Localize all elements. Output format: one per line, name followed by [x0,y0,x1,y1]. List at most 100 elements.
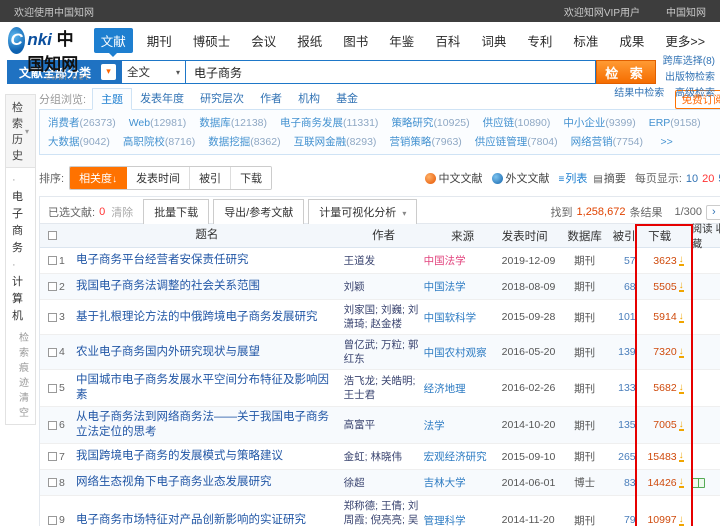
group-tab[interactable]: 发表年度 [132,88,192,109]
paper-source-link[interactable]: 法学 [424,418,502,433]
sort-option[interactable]: 下载 [231,167,272,189]
topic-tag-link[interactable]: 数据挖掘(8362) [208,136,280,148]
topic-tag-link[interactable]: Web(12981) [129,117,187,129]
cited-count[interactable]: 83 [604,477,636,489]
row-checkbox[interactable] [48,515,57,525]
nav-item[interactable]: 文献 [93,27,133,57]
download-icon[interactable]: ↓ [678,311,684,323]
download-icon[interactable]: ↓ [678,514,684,526]
advanced-search-link[interactable]: 高级检索 [675,86,715,102]
nav-item[interactable]: 博硕士 [186,28,238,53]
group-tab[interactable]: 作者 [252,88,290,109]
row-checkbox[interactable] [48,282,57,291]
sort-option[interactable]: 发表时间 [127,167,191,189]
paper-source-link[interactable]: 中国农村观察 [424,345,502,360]
cited-count[interactable]: 57 [604,255,636,267]
cnki-logo[interactable]: C nki 中国知网 cnki.net [8,25,90,82]
cited-count[interactable]: 139 [604,346,636,358]
download-icon[interactable]: ↓ [678,255,684,266]
download-icon[interactable]: ↓ [678,419,684,431]
row-checkbox[interactable] [48,347,57,357]
nav-item[interactable]: 专利 [520,28,559,53]
list-view-toggle[interactable]: ≡列表 [559,170,588,186]
paper-authors[interactable]: 高富平 [344,418,424,432]
paper-title-link[interactable]: 电子商务市场特征对产品创新影响的实证研究 [76,513,344,526]
paper-authors[interactable]: 刘家国; 刘巍; 刘潇琦; 赵金楼 [344,303,424,331]
row-checkbox[interactable] [48,312,57,322]
paper-source-link[interactable]: 管理科学 [424,513,502,526]
topic-tag-link[interactable]: 数据库(12138) [199,117,267,129]
paper-source-link[interactable]: 经济地理 [424,381,502,396]
more-tags-link[interactable]: >> [660,136,672,148]
paper-authors[interactable]: 刘颖 [344,280,424,294]
paper-authors[interactable]: 王道发 [344,254,424,268]
paper-title-link[interactable]: 基于扎根理论方法的中俄跨境电子商务发展研究 [76,310,344,325]
cited-count[interactable]: 135 [604,419,636,431]
topic-tag-link[interactable]: 营销策略(7963) [389,136,461,148]
download-icon[interactable]: ↓ [678,281,684,292]
cited-count[interactable]: 79 [604,514,636,526]
group-tab[interactable]: 机构 [290,88,328,109]
row-checkbox[interactable] [48,383,57,393]
paper-source-link[interactable]: 中国法学 [424,279,502,294]
group-tab[interactable]: 基金 [328,88,366,109]
paper-authors[interactable]: 金虹; 林晓伟 [344,450,424,464]
search-input[interactable] [186,60,596,84]
header-database[interactable]: 数据库 [566,228,604,244]
paper-title-link[interactable]: 网络生态视角下电子商务业态发展研究 [76,475,344,490]
download-icon[interactable]: ↓ [678,382,684,394]
topic-tag-link[interactable]: 高职院校(8716) [123,136,195,148]
nav-item[interactable]: 更多>> [658,28,712,53]
paper-title-link[interactable]: 农业电子商务国内外研究现状与展望 [76,345,344,360]
cross-db-link[interactable]: 跨库选择(8) [595,54,715,70]
paper-authors[interactable]: 浩飞龙; 关皓明; 王士君 [344,374,424,402]
cited-count[interactable]: 265 [604,451,636,463]
paper-source-link[interactable]: 中国法学 [424,253,502,268]
publication-search-link[interactable]: 出版物检索 [595,70,715,86]
paper-title-link[interactable]: 电子商务平台经营者安保责任研究 [76,253,344,268]
row-checkbox[interactable] [48,420,57,430]
collapse-icon[interactable]: ▾ [25,127,29,136]
topic-tag-link[interactable]: 互联网金融(8293) [294,136,377,148]
header-downloads[interactable]: 下载 [636,228,688,244]
header-authors[interactable]: 作者 [344,229,424,243]
topic-tag-link[interactable]: 消费者(26373) [48,117,116,129]
nav-item[interactable]: 报纸 [290,28,329,53]
foreign-literature-toggle[interactable]: 外文文献 [491,170,550,186]
paper-authors[interactable]: 徐超 [344,476,424,490]
paper-title-link[interactable]: 从电子商务法到网络商务法——关于我国电子商务立法定位的思考 [76,410,344,440]
site-link[interactable]: 中国知网 [666,4,706,19]
topic-tag-link[interactable]: 电子商务发展(11331) [280,117,378,129]
nav-item[interactable]: 词典 [474,28,513,53]
nav-item[interactable]: 年鉴 [382,28,421,53]
per-page-option[interactable]: 10 [686,173,698,185]
row-checkbox[interactable] [48,256,57,265]
cited-count[interactable]: 68 [604,281,636,293]
chinese-literature-toggle[interactable]: 中文文献 [424,170,483,186]
topic-tag-link[interactable]: 供应链(10890) [483,117,551,129]
download-icon[interactable]: ↓ [678,477,684,488]
header-date[interactable]: 发表时间 [502,228,566,244]
cited-count[interactable]: 133 [604,382,636,394]
nav-item[interactable]: 成果 [612,28,651,53]
cited-count[interactable]: 101 [604,311,636,323]
group-tab[interactable]: 研究层次 [192,88,252,109]
paper-authors[interactable]: 郑称德; 王倩; 刘周霞; 倪亮亮; 吴宣真 [344,499,424,526]
topic-tag-link[interactable]: 供应链管理(7804) [475,136,558,148]
sort-option[interactable]: 相关度↓ [70,167,128,189]
vip-link[interactable]: 欢迎知网VIP用户 [564,4,640,19]
abstract-view-toggle[interactable]: ▤摘要 [593,170,625,186]
paper-title-link[interactable]: 我国跨境电子商务的发展模式与策略建议 [76,449,344,464]
select-all-checkbox[interactable] [48,231,57,240]
download-icon[interactable]: ↓ [678,346,684,358]
row-checkbox[interactable] [48,452,57,461]
topic-tag-link[interactable]: 网络营销(7754) [571,136,643,148]
per-page-option[interactable]: 20 [702,173,714,185]
sort-option[interactable]: 被引 [190,167,232,189]
topic-tag-link[interactable]: 大数据(9042) [48,136,110,148]
paper-title-link[interactable]: 我国电子商务法调整的社会关系范围 [76,279,344,294]
header-title[interactable]: 题名 [76,228,344,243]
paper-source-link[interactable]: 宏观经济研究 [424,449,502,464]
nav-item[interactable]: 会议 [244,28,283,53]
next-page-button[interactable]: › [705,204,720,220]
